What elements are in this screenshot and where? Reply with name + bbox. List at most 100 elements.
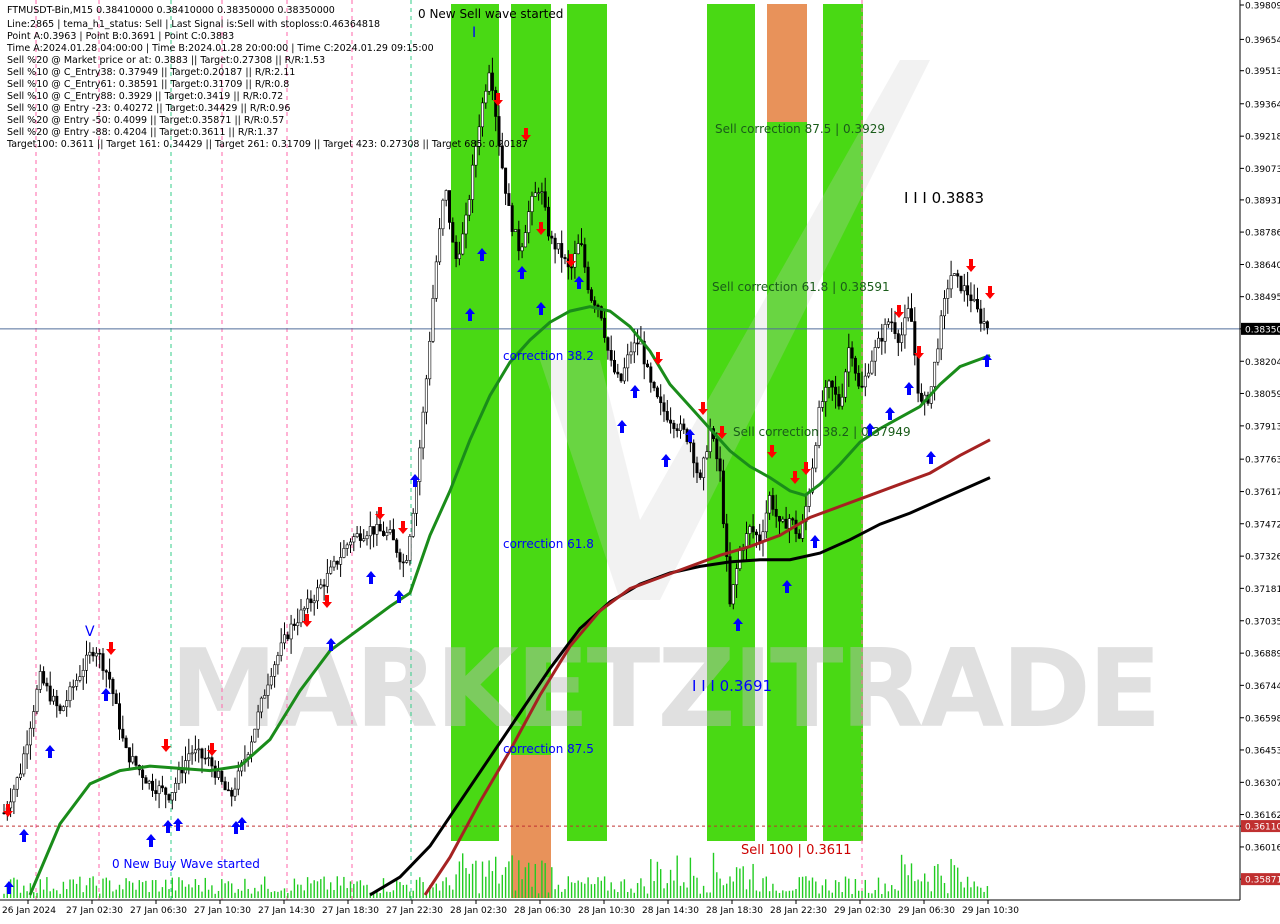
candle-down xyxy=(164,787,168,795)
candle-down xyxy=(853,357,857,374)
price-chart[interactable]: MARKETZITRADE 0 New Sell wave started I … xyxy=(0,0,1280,920)
candle-up xyxy=(18,773,22,779)
candle-down xyxy=(966,285,970,296)
candle-up xyxy=(32,711,36,729)
candle-up xyxy=(28,727,32,746)
candle-down xyxy=(101,653,105,671)
candle-down xyxy=(837,394,841,407)
candle-up xyxy=(94,652,98,657)
candle-up xyxy=(962,285,966,292)
candle-down xyxy=(636,342,640,345)
candle-down xyxy=(550,235,554,239)
candle-up xyxy=(273,664,277,677)
candle-up xyxy=(939,315,943,350)
candle-up xyxy=(942,298,946,317)
candle-up xyxy=(484,90,488,104)
candle-down xyxy=(916,354,920,394)
price-tick-label: 0.37763 xyxy=(1245,456,1280,466)
candle-down xyxy=(850,347,854,359)
candle-up xyxy=(276,655,280,666)
candle-down xyxy=(612,359,616,373)
candle-up xyxy=(933,361,937,387)
info-line-symbol: FTMUSDT-Bin,M15 0.38410000 0.38410000 0.… xyxy=(7,5,335,16)
candle-up xyxy=(523,232,527,248)
candle-down xyxy=(603,317,607,338)
candle-up xyxy=(22,753,26,775)
price-tick-label: 0.37913 xyxy=(1245,422,1280,432)
sell-correction-618-label: Sell correction 61.8 | 0.38591 xyxy=(712,280,890,294)
candle-down xyxy=(893,322,897,334)
candle-up xyxy=(434,261,438,299)
candle-up xyxy=(781,518,785,522)
candle-down xyxy=(975,298,979,310)
candle-up xyxy=(431,298,435,342)
price-tick-label: 0.37326 xyxy=(1245,553,1280,563)
candle-up xyxy=(556,243,560,250)
candle-up xyxy=(438,228,442,263)
info-line-entry-88: Sell %20 @ Entry -88: 0.4204 || Target:0… xyxy=(7,127,278,138)
point-a-mark: I xyxy=(472,25,476,41)
time-tick-label: 29 Jan 10:30 xyxy=(962,906,1019,916)
candle-down xyxy=(220,770,224,782)
candle-up xyxy=(187,753,191,761)
candle-down xyxy=(553,237,557,250)
price-tick-label: 0.39513 xyxy=(1245,67,1280,77)
candle-up xyxy=(424,378,428,413)
time-tick-label: 27 Jan 10:30 xyxy=(194,906,251,916)
price-axis: 0.39809 0.39654 0.39513 0.39364 0.39218 0.390… xyxy=(1239,0,1280,920)
candle-down xyxy=(543,191,547,208)
candle-up xyxy=(573,253,577,268)
candle-up xyxy=(365,535,369,540)
candle-down xyxy=(114,693,118,704)
candle-up xyxy=(332,560,336,568)
candle-down xyxy=(118,703,122,730)
candle-down xyxy=(292,623,296,626)
buy-low-mark: V xyxy=(85,624,95,640)
candle-up xyxy=(131,756,135,763)
candle-down xyxy=(517,229,521,252)
candle-up xyxy=(12,788,16,803)
candle-down xyxy=(381,530,385,536)
candle-up xyxy=(319,584,323,589)
candle-down xyxy=(154,790,158,794)
candle-up xyxy=(348,541,352,546)
price-tick-label: 0.39809 xyxy=(1245,2,1280,12)
price-tick-label: 0.37472 xyxy=(1245,520,1280,530)
candle-down xyxy=(42,671,46,684)
candle-down xyxy=(913,321,917,356)
candle-down xyxy=(454,241,458,259)
info-line-times: Time A:2024.01.28 04:00:00 | Time B:2024… xyxy=(6,43,434,54)
candle-down xyxy=(108,671,112,680)
candle-down xyxy=(378,524,382,532)
candle-up xyxy=(174,783,178,793)
candle-up xyxy=(253,728,257,743)
candle-down xyxy=(309,598,313,604)
candle-up xyxy=(876,337,880,348)
candle-down xyxy=(570,266,574,269)
info-line-entry-23: Sell %10 @ Entry -23: 0.40272 || Target:… xyxy=(7,103,290,114)
candle-down xyxy=(141,769,145,778)
candle-down xyxy=(167,794,171,801)
candle-up xyxy=(527,211,531,233)
candle-down xyxy=(203,757,207,760)
sell100-price-label: 0.36110 xyxy=(1245,823,1280,833)
candle-down xyxy=(58,705,62,711)
candle-up xyxy=(936,348,940,363)
candle-up xyxy=(78,676,82,681)
sell-wave-label: 0 New Sell wave started xyxy=(418,7,563,21)
candle-up xyxy=(296,622,300,626)
candle-down xyxy=(662,402,666,412)
candle-down xyxy=(616,371,620,375)
time-tick-label: 28 Jan 06:30 xyxy=(514,906,571,916)
candle-up xyxy=(768,495,772,514)
candle-down xyxy=(447,190,451,223)
candle-up xyxy=(147,780,151,784)
candle-down xyxy=(358,533,362,541)
current-price-label: 0.38350 xyxy=(1245,325,1280,335)
candle-up xyxy=(480,102,484,128)
candle-up xyxy=(345,544,349,549)
candle-down xyxy=(144,777,148,784)
candle-up xyxy=(85,654,89,671)
time-tick-label: 28 Jan 02:30 xyxy=(450,906,507,916)
candle-up xyxy=(190,752,194,755)
